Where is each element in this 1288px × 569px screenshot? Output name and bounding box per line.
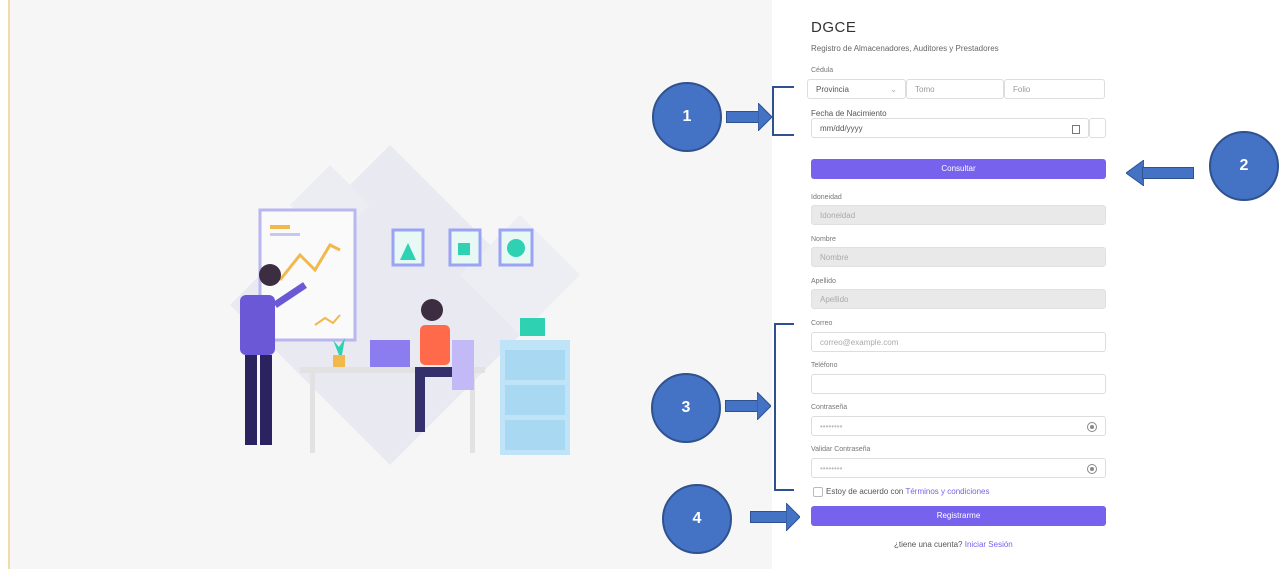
calendar-icon [1072,125,1080,134]
birth-label: Fecha de Nacimiento [811,109,887,118]
validate-password-field[interactable]: •••••••• [811,458,1106,478]
folio-input[interactable]: Folio [1004,79,1105,99]
arrow-4-body [750,511,788,523]
birth-date-input[interactable]: mm/dd/yyyy [811,118,1089,138]
provincia-value: Provincia [816,85,849,94]
provincia-select[interactable]: Provincia ⌄ [807,79,906,99]
annotation-2: 2 [1209,131,1279,201]
bracket-3 [774,323,794,491]
login-prompt-text: ¿tiene una cuenta? [894,540,963,549]
nombre-label: Nombre [811,236,836,243]
consult-button[interactable]: Consultar [811,159,1106,179]
eye-icon[interactable] [1087,422,1097,432]
page-subtitle: Registro de Almacenadores, Auditores y P… [811,44,999,53]
correo-label: Correo [811,320,833,327]
birth-date-placeholder: mm/dd/yyyy [820,124,863,133]
arrow-right-icon [786,503,800,531]
register-button[interactable]: Registrarme [811,506,1106,526]
password-field[interactable]: •••••••• [811,416,1106,436]
apellido-field: Apellido [811,289,1106,309]
annotation-1: 1 [652,82,722,152]
idoneidad-field: Idoneidad [811,205,1106,225]
validate-password-mask: •••••••• [820,464,843,473]
nombre-field: Nombre [811,247,1106,267]
email-field[interactable]: correo@example.com [811,332,1106,352]
bracket-1 [772,86,794,136]
password-mask: •••••••• [820,422,843,431]
terms-text: Estoy de acuerdo con Términos y condicio… [826,487,990,496]
tomo-input[interactable]: Tomo [906,79,1004,99]
terms-checkbox[interactable] [813,487,823,497]
office-illustration [230,145,580,465]
login-link[interactable]: Iniciar Sesión [965,540,1013,549]
arrow-right-icon [757,392,771,420]
apellido-label: Apellido [811,278,836,285]
eye-icon[interactable] [1087,464,1097,474]
annotation-4: 4 [662,484,732,554]
chevron-down-icon: ⌄ [890,85,897,94]
arrow-right-icon [758,103,772,131]
telefono-label: Teléfono [811,362,838,369]
terms-prefix: Estoy de acuerdo con [826,487,904,496]
phone-field[interactable] [811,374,1106,394]
birth-date-extra[interactable] [1089,118,1106,138]
terms-link[interactable]: Términos y condiciones [905,487,989,496]
arrow-1-body [726,111,760,123]
annotation-3: 3 [651,373,721,443]
idoneidad-label: Idoneidad [811,194,842,201]
illustration-panel [8,0,772,569]
arrow-3-body [725,400,759,412]
page-title: DGCE [811,19,857,36]
validate-password-label: Validar Contraseña [811,446,871,453]
login-prompt: ¿tiene una cuenta? Iniciar Sesión [894,540,1013,549]
cedula-label: Cédula [811,67,834,74]
arrow-2-body [1142,167,1194,179]
password-label: Contraseña [811,404,848,411]
